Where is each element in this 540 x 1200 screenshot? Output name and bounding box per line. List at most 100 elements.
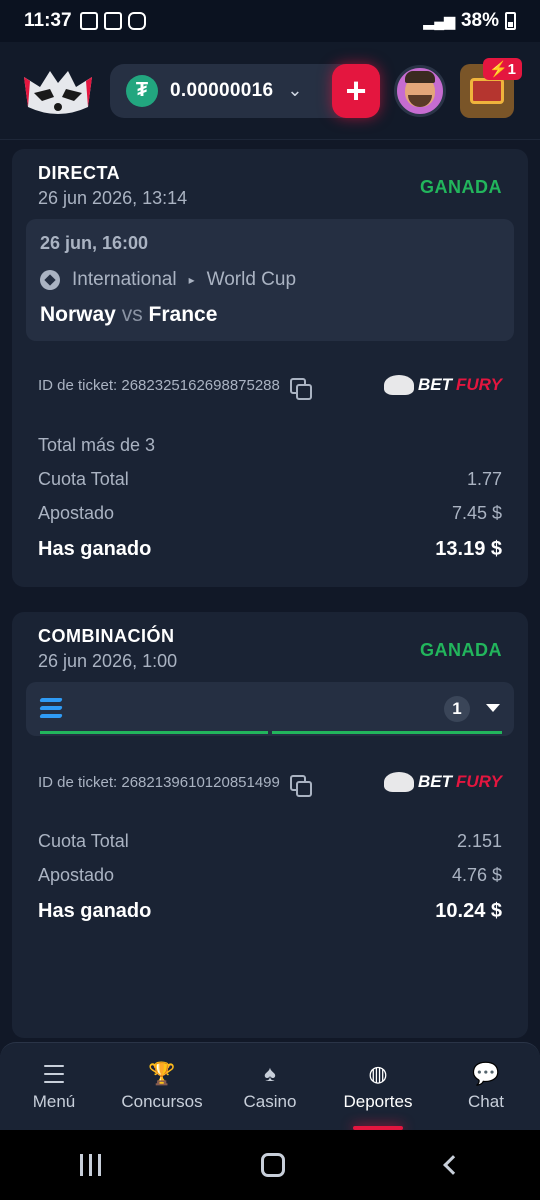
win-row: Has ganado 10.24 $ [38, 900, 502, 923]
odds-value: 1.77 [466, 469, 502, 489]
match-league-row: International ▸ World Cup [40, 269, 296, 291]
signal-icon: ▂▄▆ [423, 12, 455, 29]
plus-icon: + [345, 69, 367, 111]
ticket-id-text: ID de ticket: 2682139610120851499 [38, 774, 280, 791]
odds-row: Cuota Total 1.77 [38, 469, 502, 490]
copy-icon[interactable] [289, 774, 312, 797]
vs-label: vs [121, 303, 143, 326]
nav-label: Concursos [121, 1091, 203, 1111]
system-nav-bar [0, 1130, 540, 1200]
stake-value: 4.76 $ [451, 865, 502, 885]
nav-label: Chat [468, 1091, 504, 1111]
competition-name: World Cup [206, 269, 297, 290]
brand-bet: BET [418, 772, 453, 791]
away-team: France [148, 303, 218, 326]
ticket-id-text: ID de ticket: 2682325162698875288 [38, 377, 280, 394]
menu-icon [41, 1062, 67, 1086]
bet-history-list[interactable]: DIRECTA 26 jun 2026, 13:14 GANADA 26 jun… [0, 141, 540, 1041]
home-button[interactable] [261, 1153, 286, 1177]
nav-chat[interactable]: 💬 Chat [432, 1043, 540, 1130]
sports-icon [39, 698, 63, 720]
progress-segment [40, 731, 268, 734]
battery-percent: 38% [460, 10, 499, 31]
recent-apps-button[interactable] [80, 1154, 102, 1176]
status-badge: GANADA [420, 177, 502, 197]
avatar[interactable] [394, 64, 446, 117]
win-label: Has ganado [38, 538, 152, 560]
stake-label: Apostado [38, 865, 115, 885]
odds-row: Cuota Total 2.151 [38, 831, 502, 852]
win-value: 13.19 $ [435, 538, 502, 560]
odds-label: Cuota Total [38, 831, 129, 851]
spade-icon: ♠ [264, 1060, 276, 1086]
status-bar: 11:37 ▂▄▆ 38% [0, 0, 540, 42]
market-row: Total más de 3 [38, 435, 502, 456]
status-notification-icons [79, 12, 146, 30]
treasure-chest-button[interactable]: ⚡1 [460, 57, 522, 118]
deposit-button[interactable]: + [332, 63, 380, 118]
stake-row: Apostado 4.76 $ [38, 865, 502, 886]
treasure-chest-icon [470, 77, 504, 104]
ticket-id: ID de ticket: 2682325162698875288 [38, 377, 312, 400]
copy-icon[interactable] [289, 377, 312, 400]
bet-type: DIRECTA [38, 163, 121, 183]
combo-selections-toggle[interactable]: 1 [26, 682, 514, 736]
odds-label: Cuota Total [38, 469, 129, 489]
battery-icon [505, 12, 516, 30]
progress-segment [272, 731, 502, 734]
basketball-icon: ◍ [368, 1060, 388, 1086]
trophy-icon: 🏆 [148, 1060, 176, 1086]
app-header: ₮ 0.00000016 ⌄ + ⚡1 [0, 42, 540, 140]
raccoon-logo-icon [384, 772, 415, 792]
league-name: International [72, 269, 177, 290]
chest-badge: ⚡1 [482, 57, 522, 80]
chat-icon: 💬 [472, 1060, 500, 1086]
bet-card[interactable]: DIRECTA 26 jun 2026, 13:14 GANADA 26 jun… [12, 149, 528, 587]
nav-concursos[interactable]: 🏆 Concursos [108, 1043, 216, 1130]
nav-deportes[interactable]: ◍ Deportes [324, 1043, 432, 1130]
wallet-selector[interactable]: ₮ 0.00000016 ⌄ + [110, 63, 380, 118]
nav-label: Casino [243, 1091, 297, 1111]
bet-date: 26 jun 2026, 13:14 [38, 188, 188, 208]
nav-menu[interactable]: Menú [0, 1043, 108, 1130]
win-row: Has ganado 13.19 $ [38, 538, 502, 561]
stake-label: Apostado [38, 503, 115, 523]
brand-fury: FURY [456, 375, 502, 394]
status-badge: GANADA [420, 640, 502, 660]
selections-count: 1 [444, 696, 470, 722]
bottom-nav: Menú 🏆 Concursos ♠ Casino ◍ Deportes 💬 C… [0, 1042, 540, 1130]
betfury-brand: BET FURY [384, 375, 502, 395]
wallet-balance: 0.00000016 [170, 79, 274, 101]
match-block[interactable]: 26 jun, 16:00 International ▸ World Cup … [26, 219, 514, 341]
match-date: 26 jun, 16:00 [40, 233, 149, 253]
nav-label: Deportes [343, 1091, 413, 1111]
back-button[interactable] [442, 1155, 463, 1175]
betfury-brand: BET FURY [384, 772, 502, 792]
brand-bet: BET [418, 375, 453, 394]
avatar-face [405, 70, 435, 107]
ticket-id: ID de ticket: 2682139610120851499 [38, 774, 312, 797]
win-value: 10.24 $ [435, 900, 502, 922]
status-time: 11:37 [24, 10, 72, 31]
stake-value: 7.45 $ [451, 503, 502, 523]
instagram-icon [127, 12, 146, 30]
app-notification-icon [79, 12, 98, 30]
bet-type: COMBINACIÓN [38, 626, 175, 646]
bet-card[interactable]: COMBINACIÓN 26 jun 2026, 1:00 GANADA 1 I… [12, 612, 528, 1038]
market-label: Total más de 3 [38, 435, 156, 455]
chevron-down-icon: ⌄ [287, 80, 303, 100]
nav-casino[interactable]: ♠ Casino [216, 1043, 324, 1130]
status-system-icons: ▂▄▆ 38% [424, 10, 516, 32]
chevron-right-icon: ▸ [188, 273, 195, 287]
caret-down-icon [486, 704, 500, 712]
raccoon-logo-icon [384, 375, 415, 395]
soccer-ball-icon [40, 270, 60, 290]
stake-row: Apostado 7.45 $ [38, 503, 502, 524]
betfury-logo[interactable] [20, 63, 96, 119]
match-teams: Norway vs France [40, 303, 217, 327]
odds-value: 2.151 [456, 831, 502, 851]
chest-badge-count: 1 [507, 60, 516, 78]
gallery-icon [103, 12, 122, 30]
bet-date: 26 jun 2026, 1:00 [38, 651, 178, 671]
nav-label: Menú [32, 1091, 76, 1111]
